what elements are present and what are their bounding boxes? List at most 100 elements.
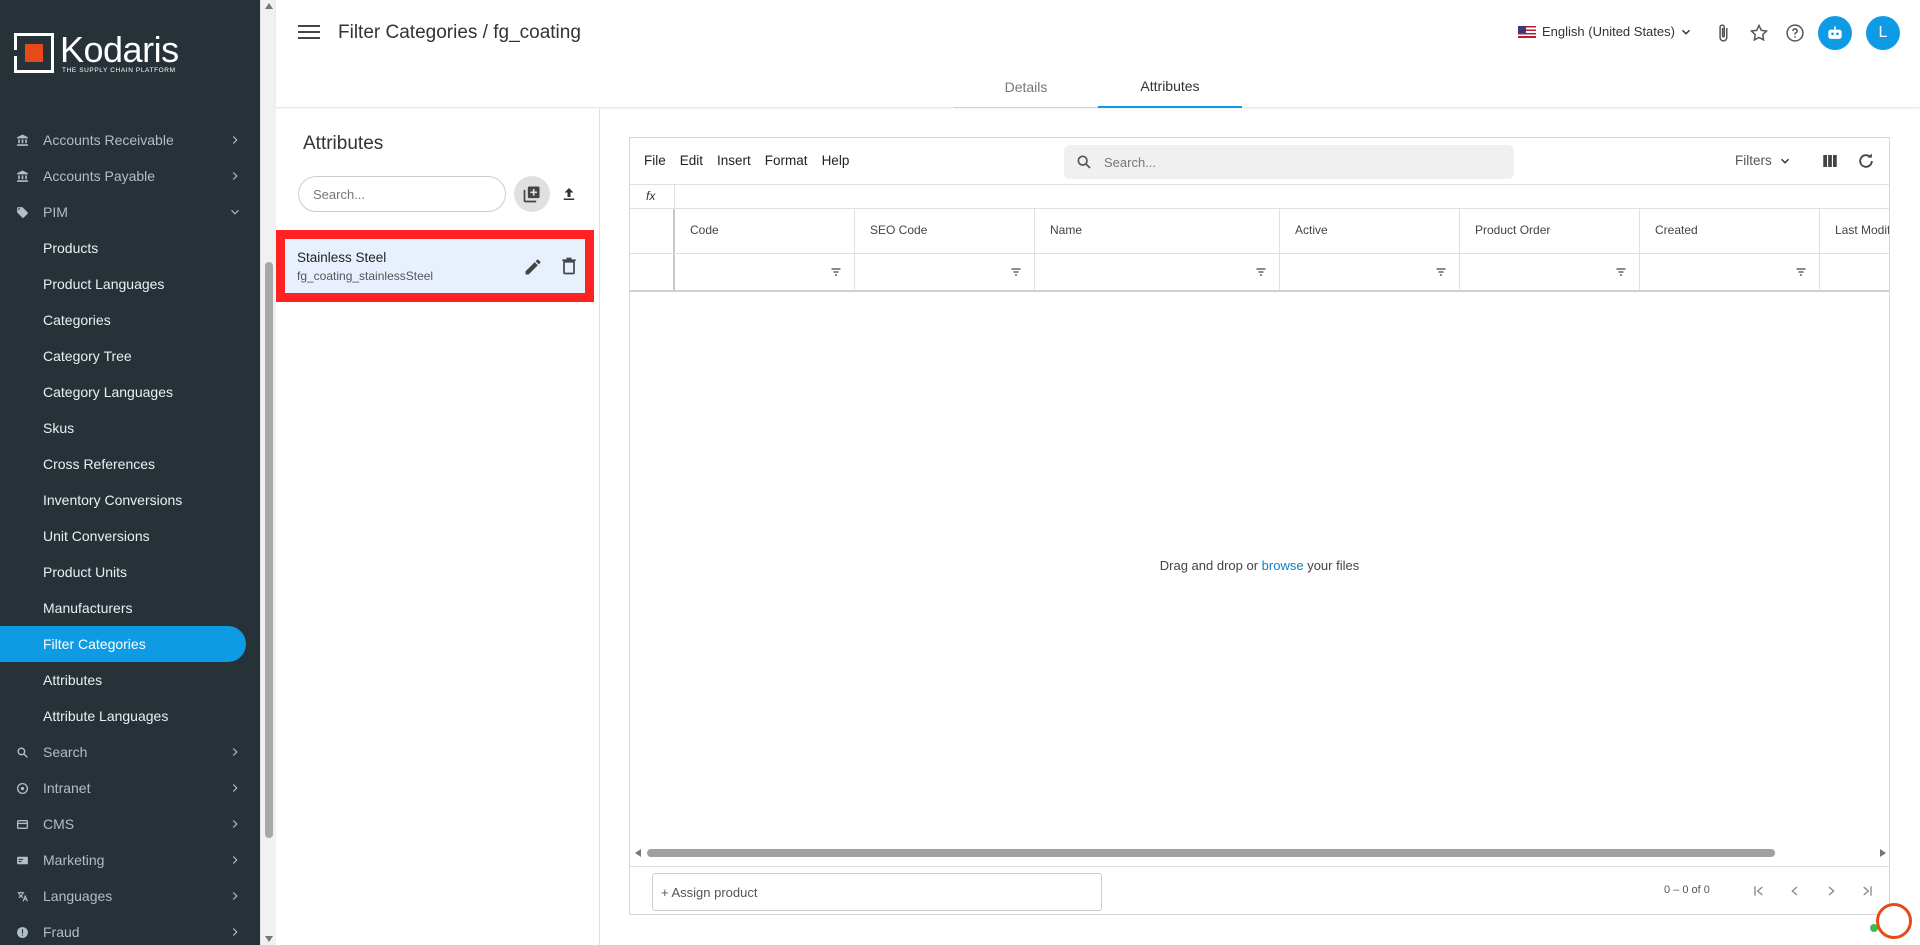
row-header-corner[interactable]	[630, 209, 675, 253]
previous-page-icon[interactable]	[1786, 882, 1804, 900]
sidebar-item-product-languages[interactable]: Product Languages	[0, 266, 260, 302]
language-selector[interactable]: English (United States)	[1518, 24, 1693, 39]
sidebar-item-category-languages[interactable]: Category Languages	[0, 374, 260, 410]
sidebar-item-accounts-receivable[interactable]: Accounts Receivable	[0, 122, 260, 158]
chevron-down-icon	[231, 209, 239, 215]
chevron-right-icon	[232, 784, 238, 792]
bank-icon	[14, 132, 30, 148]
last-page-icon[interactable]	[1858, 882, 1876, 900]
sidebar-item-cms[interactable]: CMS	[0, 806, 260, 842]
sidebar-item-skus[interactable]: Skus	[0, 410, 260, 446]
sidebar-item-manufacturers[interactable]: Manufacturers	[0, 590, 260, 626]
sidebar-item-search[interactable]: Search	[0, 734, 260, 770]
column-header-last-modified[interactable]: Last Modifi	[1820, 209, 1889, 253]
menu-insert[interactable]: Insert	[717, 153, 751, 168]
sidebar-item-product-units[interactable]: Product Units	[0, 554, 260, 590]
browse-files-link[interactable]: browse	[1262, 558, 1304, 573]
list-item[interactable]: Stainless Steel fg_coating_stainlessStee…	[276, 230, 594, 302]
delete-trash-icon[interactable]	[559, 256, 579, 276]
empty-state-text: Drag and drop or	[1159, 558, 1262, 573]
sidebar-scrollbar[interactable]	[260, 0, 276, 945]
filter-icon[interactable]	[830, 266, 842, 278]
scrollbar-thumb[interactable]	[265, 262, 273, 838]
sidebar-item-label: Marketing	[43, 852, 105, 868]
assign-product-button[interactable]: + Assign product	[652, 873, 1102, 911]
scroll-up-arrow-icon[interactable]	[265, 3, 273, 9]
formula-bar[interactable]: fx	[630, 185, 1889, 209]
edit-pencil-icon[interactable]	[523, 257, 543, 277]
brand-tagline: THE SUPPLY CHAIN PLATFORM	[62, 66, 176, 74]
hamburger-menu-icon[interactable]	[298, 22, 320, 42]
refresh-icon[interactable]	[1856, 151, 1876, 171]
filter-icon[interactable]	[1255, 266, 1267, 278]
filter-icon[interactable]	[1435, 266, 1447, 278]
filters-dropdown[interactable]: Filters	[1735, 153, 1792, 168]
chat-support-icon[interactable]	[1876, 903, 1912, 939]
menu-edit[interactable]: Edit	[680, 153, 703, 168]
sidebar-item-pim[interactable]: PIM	[0, 194, 260, 230]
sidebar-item-unit-conversions[interactable]: Unit Conversions	[0, 518, 260, 554]
sidebar-item-fraud[interactable]: Fraud	[0, 914, 260, 945]
grid-search-input[interactable]	[1104, 154, 1484, 170]
assistant-bot-icon[interactable]	[1818, 16, 1852, 50]
filter-icon[interactable]	[1795, 266, 1807, 278]
filter-icon[interactable]	[1010, 266, 1022, 278]
next-page-icon[interactable]	[1822, 882, 1840, 900]
filter-icon[interactable]	[1615, 266, 1627, 278]
search-icon	[14, 744, 30, 760]
sidebar-item-products[interactable]: Products	[0, 230, 260, 266]
sidebar-item-cross-references[interactable]: Cross References	[0, 446, 260, 482]
horizontal-scrollbar[interactable]	[633, 846, 1888, 860]
list-search-input[interactable]	[298, 176, 506, 212]
sidebar-item-marketing[interactable]: Marketing	[0, 842, 260, 878]
menu-file[interactable]: File	[644, 153, 666, 168]
sidebar-item-attribute-languages[interactable]: Attribute Languages	[0, 698, 260, 734]
chevron-down-icon	[1780, 158, 1789, 164]
sidebar-item-accounts-payable[interactable]: Accounts Payable	[0, 158, 260, 194]
sidebar-item-languages[interactable]: Languages	[0, 878, 260, 914]
sidebar-item-category-tree[interactable]: Category Tree	[0, 338, 260, 374]
upload-button[interactable]	[558, 183, 580, 205]
sidebar-item-intranet[interactable]: Intranet	[0, 770, 260, 806]
column-header-code[interactable]: Code	[675, 209, 855, 253]
help-icon[interactable]	[1784, 22, 1806, 44]
column-filter-created[interactable]	[1640, 254, 1820, 290]
chevron-right-icon	[232, 172, 238, 180]
column-filter-active[interactable]	[1280, 254, 1460, 290]
scroll-left-arrow-icon[interactable]	[635, 849, 641, 857]
menu-format[interactable]: Format	[765, 153, 808, 168]
sidebar-item-categories[interactable]: Categories	[0, 302, 260, 338]
column-header-product-order[interactable]: Product Order	[1460, 209, 1640, 253]
column-filter-last-modified[interactable]	[1820, 254, 1889, 290]
columns-icon[interactable]	[1820, 152, 1840, 170]
logo[interactable]: Kodaris THE SUPPLY CHAIN PLATFORM	[0, 0, 260, 106]
column-filter-product-order[interactable]	[1460, 254, 1640, 290]
column-filter-name[interactable]	[1035, 254, 1280, 290]
tab-attributes[interactable]: Attributes	[1098, 66, 1242, 108]
filters-label: Filters	[1735, 153, 1772, 168]
tab-details[interactable]: Details	[954, 66, 1098, 108]
horizontal-scrollbar-thumb[interactable]	[647, 849, 1775, 857]
column-header-name[interactable]: Name	[1035, 209, 1280, 253]
column-filter-code[interactable]	[675, 254, 855, 290]
menu-help[interactable]: Help	[822, 153, 850, 168]
empty-state-dropzone[interactable]: Drag and drop or browse your files	[630, 558, 1889, 573]
sidebar-item-inventory-conversions[interactable]: Inventory Conversions	[0, 482, 260, 518]
column-header-seo-code[interactable]: SEO Code	[855, 209, 1035, 253]
sidebar-item-attributes[interactable]: Attributes	[0, 662, 260, 698]
avatar[interactable]: L	[1866, 16, 1900, 50]
attachment-icon[interactable]	[1712, 22, 1734, 44]
column-filter-seo-code[interactable]	[855, 254, 1035, 290]
scroll-down-arrow-icon[interactable]	[265, 936, 273, 942]
column-header-active[interactable]: Active	[1280, 209, 1460, 253]
products-grid: File Edit Insert Format Help Filters fx …	[629, 137, 1890, 915]
add-attribute-button[interactable]	[514, 176, 550, 212]
library-add-icon	[523, 186, 540, 203]
first-page-icon[interactable]	[1750, 882, 1768, 900]
sidebar-nav: Accounts Receivable Accounts Payable PIM…	[0, 122, 260, 945]
sidebar-item-label: PIM	[43, 204, 68, 220]
column-header-created[interactable]: Created	[1640, 209, 1820, 253]
sidebar-item-filter-categories[interactable]: Filter Categories	[0, 626, 246, 662]
scroll-right-arrow-icon[interactable]	[1880, 849, 1886, 857]
star-icon[interactable]	[1748, 22, 1770, 44]
